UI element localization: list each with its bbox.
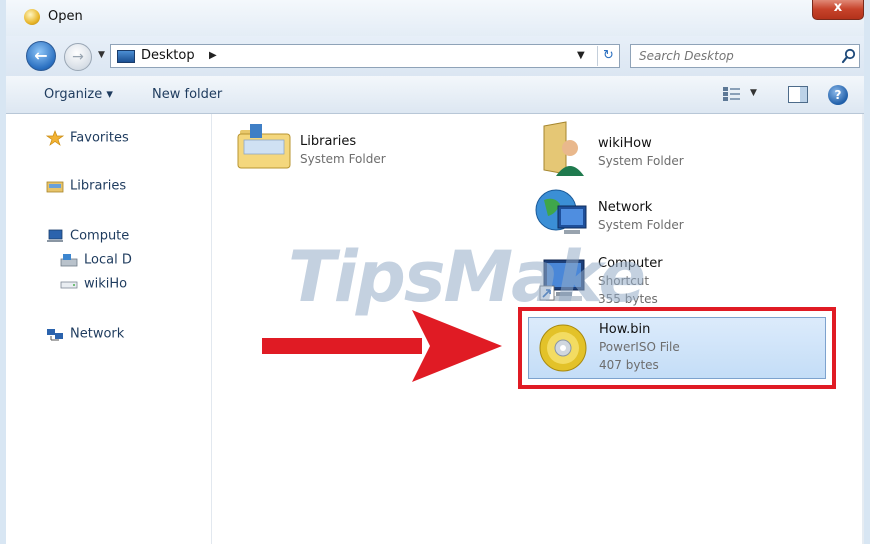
pointer-arrow — [262, 310, 502, 382]
nav-network-label: Network — [70, 326, 125, 342]
file-item-how-bin[interactable]: How.bin PowerISO File 407 bytes — [528, 317, 826, 379]
search-icon[interactable] — [841, 48, 857, 64]
search-input[interactable] — [639, 48, 829, 64]
item-name: Network — [598, 200, 653, 215]
item-name: Libraries — [300, 134, 357, 149]
libraries-folder-icon — [237, 124, 291, 169]
refresh-button[interactable]: ↻ — [597, 46, 619, 66]
computer-icon — [47, 229, 63, 242]
organize-button[interactable]: Organize ▾ — [44, 87, 113, 102]
item-type: System Folder — [300, 152, 386, 166]
nav-libraries-label: Libraries — [70, 178, 127, 194]
libraries-icon — [46, 181, 64, 193]
file-item-libraries[interactable]: Libraries System Folder — [232, 120, 482, 176]
disc-image-icon — [539, 324, 587, 372]
nav-wikihow-label: wikiHo — [84, 276, 128, 292]
network-globe-icon — [535, 189, 587, 234]
navigation-pane: Favorites Libraries Compute Local D wiki… — [6, 114, 212, 544]
command-bar: Organize ▾ New folder ▼ ? — [6, 76, 864, 114]
breadcrumb-arrow-icon[interactable]: ▶ — [209, 50, 217, 61]
address-row: ← → ▼ Desktop ▶ ▼ ↻ — [6, 36, 864, 76]
help-icon[interactable]: ? — [828, 85, 848, 105]
address-location[interactable]: Desktop — [141, 48, 195, 63]
item-size: 407 bytes — [599, 358, 659, 372]
view-dropdown-icon[interactable]: ▼ — [750, 88, 757, 98]
address-bar[interactable]: Desktop ▶ ▼ ↻ — [110, 44, 620, 68]
app-icon — [24, 9, 40, 25]
item-type: System Folder — [598, 154, 684, 168]
back-button[interactable]: ← — [26, 41, 56, 71]
nav-item-wikihow[interactable]: wikiHo — [60, 276, 127, 292]
network-drive-icon — [60, 281, 78, 289]
star-icon — [46, 130, 64, 146]
network-icon — [47, 329, 63, 341]
window-title: Open — [48, 9, 83, 24]
nav-favorites-label: Favorites — [70, 130, 129, 146]
new-folder-button[interactable]: New folder — [152, 87, 222, 102]
close-button[interactable]: x — [812, 0, 864, 20]
file-item-wikihow[interactable]: wikiHow System Folder — [532, 120, 792, 182]
nav-item-favorites[interactable]: Favorites — [46, 130, 129, 146]
title-bar: Open x — [6, 0, 864, 36]
user-folder-icon — [543, 121, 584, 176]
drive-icon — [60, 254, 78, 267]
recent-pages-dropdown[interactable]: ▼ — [98, 50, 105, 60]
nav-local-disk-label: Local D — [84, 252, 132, 268]
search-box[interactable] — [630, 44, 860, 68]
item-type: PowerISO File — [599, 340, 680, 354]
open-dialog: Open x ← → ▼ Desktop ▶ ▼ ↻ Organize ▾ Ne… — [0, 0, 870, 544]
nav-item-network[interactable]: Network — [46, 326, 124, 342]
nav-item-local-disk[interactable]: Local D — [60, 252, 132, 268]
nav-item-libraries[interactable]: Libraries — [46, 178, 126, 194]
scrollbar-edge[interactable] — [862, 114, 864, 544]
forward-button[interactable]: → — [64, 43, 92, 71]
item-name: wikiHow — [598, 136, 652, 151]
nav-item-computer[interactable]: Compute — [46, 228, 129, 244]
preview-pane-button[interactable] — [788, 86, 808, 103]
address-dropdown[interactable]: ▼ — [577, 50, 585, 61]
change-view-icon[interactable] — [722, 86, 742, 102]
highlight-frame: How.bin PowerISO File 407 bytes — [518, 307, 836, 389]
item-type: System Folder — [598, 218, 684, 232]
nav-computer-label: Compute — [70, 228, 130, 244]
desktop-icon — [117, 50, 135, 63]
item-name: How.bin — [599, 322, 651, 337]
